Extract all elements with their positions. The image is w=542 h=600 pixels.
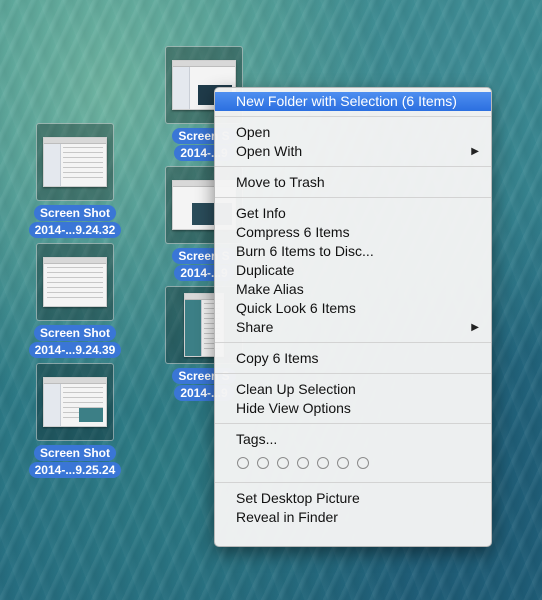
- menu-item-open-with[interactable]: Open With ▶: [215, 142, 491, 161]
- submenu-arrow-icon: ▶: [471, 146, 479, 157]
- tag-color-circle[interactable]: [257, 457, 269, 469]
- file-thumbnail-frame: [36, 363, 114, 441]
- menu-separator: [215, 482, 491, 483]
- context-menu: New Folder with Selection (6 Items) Open…: [214, 87, 492, 547]
- screenshot-thumbnail: [43, 377, 107, 427]
- tag-color-picker: [215, 449, 491, 477]
- desktop-file-icon[interactable]: Screen Shot 2014-...9.24.32: [20, 123, 130, 238]
- menu-item-get-info[interactable]: Get Info: [215, 204, 491, 223]
- menu-item-burn-to-disc[interactable]: Burn 6 Items to Disc...: [215, 242, 491, 261]
- tag-color-circle[interactable]: [277, 457, 289, 469]
- menu-separator: [215, 373, 491, 374]
- screenshot-thumbnail: [43, 137, 107, 187]
- menu-item-compress[interactable]: Compress 6 Items: [215, 223, 491, 242]
- menu-item-make-alias[interactable]: Make Alias: [215, 280, 491, 299]
- file-date-label: 2014-...9.25.24: [28, 462, 122, 478]
- desktop-file-icon[interactable]: Screen Shot 2014-...9.25.24: [20, 363, 130, 478]
- menu-item-set-desktop-picture[interactable]: Set Desktop Picture: [215, 489, 491, 508]
- menu-separator: [215, 197, 491, 198]
- file-name-label: Screen Shot: [33, 205, 117, 221]
- menu-item-copy[interactable]: Copy 6 Items: [215, 349, 491, 368]
- file-date-label: 2014-...9.24.39: [28, 342, 122, 358]
- menu-item-duplicate[interactable]: Duplicate: [215, 261, 491, 280]
- desktop-file-icon[interactable]: Screen Shot 2014-...9.24.39: [20, 243, 130, 358]
- menu-item-move-to-trash[interactable]: Move to Trash: [215, 173, 491, 192]
- menu-item-reveal-in-finder[interactable]: Reveal in Finder: [215, 508, 491, 527]
- menu-item-hide-view-options[interactable]: Hide View Options: [215, 399, 491, 418]
- menu-item-quick-look[interactable]: Quick Look 6 Items: [215, 299, 491, 318]
- tag-color-circle[interactable]: [237, 457, 249, 469]
- file-thumbnail-frame: [36, 243, 114, 321]
- submenu-arrow-icon: ▶: [471, 322, 479, 333]
- menu-separator: [215, 342, 491, 343]
- menu-item-clean-up-selection[interactable]: Clean Up Selection: [215, 380, 491, 399]
- menu-item-open[interactable]: Open: [215, 123, 491, 142]
- file-name-label: Screen Shot: [33, 445, 117, 461]
- menu-item-new-folder-with-selection[interactable]: New Folder with Selection (6 Items): [215, 92, 491, 111]
- menu-item-share[interactable]: Share ▶: [215, 318, 491, 337]
- file-thumbnail-frame: [36, 123, 114, 201]
- menu-separator: [215, 423, 491, 424]
- menu-separator: [215, 116, 491, 117]
- menu-item-label: Open With: [236, 143, 303, 159]
- menu-item-label: Share: [236, 319, 274, 335]
- menu-item-tags[interactable]: Tags...: [215, 430, 491, 449]
- tag-color-circle[interactable]: [357, 457, 369, 469]
- tag-color-circle[interactable]: [317, 457, 329, 469]
- tag-color-circle[interactable]: [297, 457, 309, 469]
- tag-color-circle[interactable]: [337, 457, 349, 469]
- menu-separator: [215, 166, 491, 167]
- file-date-label: 2014-...9.24.32: [28, 222, 122, 238]
- file-name-label: Screen Shot: [33, 325, 117, 341]
- screenshot-thumbnail: [43, 257, 107, 307]
